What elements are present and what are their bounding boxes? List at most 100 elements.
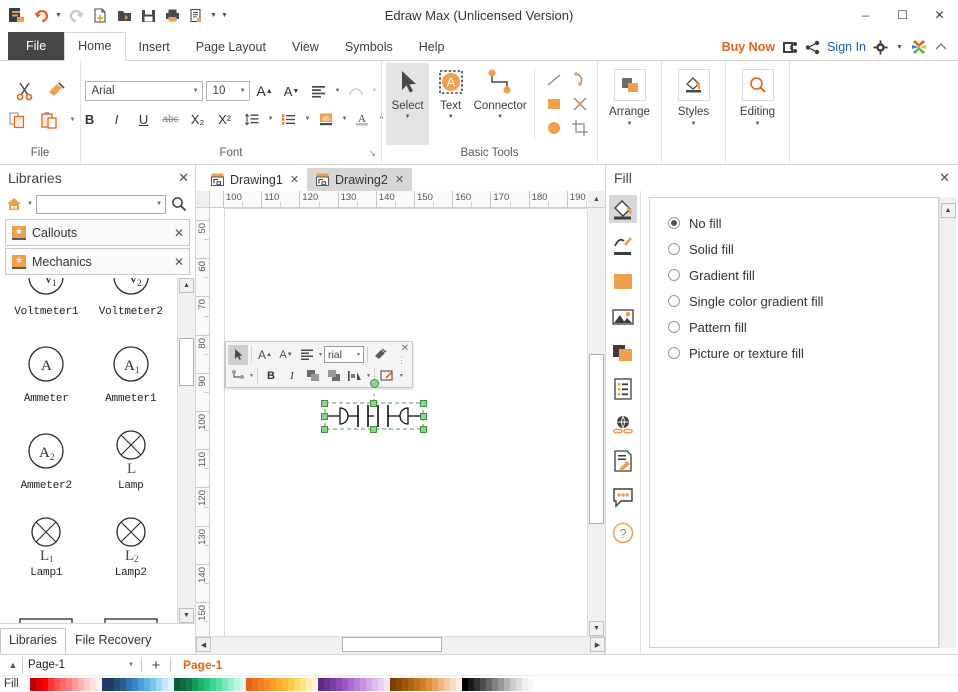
tab-help[interactable]: Help — [406, 34, 458, 60]
copy-button[interactable] — [5, 107, 31, 133]
radio-pattern-fill[interactable] — [668, 321, 680, 333]
mini-connector-icon[interactable] — [228, 366, 248, 386]
paste-button[interactable] — [37, 107, 63, 133]
line-icon[interactable] — [609, 231, 637, 259]
line-spacing-button[interactable] — [240, 107, 264, 131]
new-file-icon[interactable] — [89, 4, 111, 26]
shadow-icon[interactable] — [609, 339, 637, 367]
undo-icon[interactable] — [30, 4, 52, 26]
resize-handle-n[interactable] — [370, 400, 377, 407]
subscript-button[interactable]: X₂ — [186, 107, 210, 131]
crop-tool-icon[interactable] — [567, 116, 593, 140]
document-tab-drawing1[interactable]: Drawing1 ✕ — [202, 168, 307, 191]
page-collapse-icon[interactable]: ▲ — [4, 660, 22, 670]
text-tool-caret-icon[interactable]: ▼ — [448, 114, 454, 120]
undo-dropdown-caret-icon[interactable]: ▼ — [54, 4, 63, 26]
tab-page-layout[interactable]: Page Layout — [183, 34, 279, 60]
grow-font-button[interactable]: A▲ — [253, 79, 277, 103]
document-tab-drawing2[interactable]: Drawing2 ✕ — [307, 168, 412, 191]
bold-button[interactable]: B — [78, 107, 102, 131]
page-tab-page-1[interactable]: Page-1 — [175, 658, 230, 672]
shrink-font-button[interactable]: A▼ — [280, 79, 304, 103]
horizontal-ruler[interactable]: 100110120130140150160170180190 — [210, 191, 588, 208]
strikethrough-button[interactable]: abc — [159, 107, 183, 131]
selected-shape[interactable] — [324, 394, 424, 438]
ellipse-tool-icon[interactable] — [541, 116, 567, 140]
fill-panel-close-icon[interactable]: ✕ — [939, 170, 950, 186]
canvas-scroll-right-button[interactable]: ▶ — [590, 637, 605, 652]
fill-option-single-color-gradient-fill[interactable]: Single color gradient fill — [668, 288, 938, 314]
canvas-scroll-up-button[interactable]: ▲ — [588, 191, 605, 208]
fill-option-no-fill[interactable]: No fill — [668, 210, 938, 236]
customize-qat-caret-icon[interactable]: ▼ — [220, 4, 229, 26]
share-icon[interactable] — [805, 40, 820, 55]
canvas-hscroll-thumb[interactable] — [342, 637, 442, 652]
connector-tool-caret-icon[interactable]: ▼ — [497, 114, 503, 120]
mini-font-name-input[interactable]: rial ▼ — [324, 346, 364, 363]
font-size-caret-icon[interactable]: ▼ — [240, 88, 246, 94]
fill-option-solid-fill[interactable]: Solid fill — [668, 236, 938, 262]
add-page-button[interactable]: + — [146, 657, 166, 674]
export-dropdown-caret-icon[interactable]: ▼ — [209, 4, 218, 26]
mini-bold-icon[interactable]: B — [261, 366, 281, 386]
collapse-ribbon-icon[interactable] — [934, 42, 948, 52]
resize-handle-sw[interactable] — [321, 426, 328, 433]
select-tool-button[interactable]: Select ▼ — [386, 63, 429, 145]
mini-line-style-icon[interactable] — [378, 366, 398, 386]
resize-handle-w[interactable] — [321, 413, 328, 420]
hyperlink-icon[interactable] — [609, 411, 637, 439]
print-icon[interactable] — [161, 4, 183, 26]
canvas-horizontal-scrollbar[interactable]: ◀ ▶ — [196, 636, 605, 654]
format-painter-button[interactable] — [43, 77, 69, 103]
buy-now-link[interactable]: Buy Now — [722, 40, 775, 54]
fill-option-picture-or-texture-fill[interactable]: Picture or texture fill — [668, 340, 938, 366]
comment-icon[interactable] — [609, 483, 637, 511]
home-icon[interactable] — [5, 196, 24, 213]
library-shape-ammeter2[interactable]: A 2 Ammeter2 — [4, 422, 89, 509]
mini-align-icon[interactable] — [297, 345, 317, 365]
floating-toolbar-more-icon[interactable]: ⋮ — [397, 358, 406, 362]
library-shape-resistor-2[interactable] — [89, 596, 174, 623]
mini-send-backward-icon[interactable] — [324, 366, 344, 386]
tab-file-recovery[interactable]: File Recovery — [66, 628, 160, 654]
present-icon[interactable] — [782, 40, 798, 55]
settings-caret-icon[interactable]: ▼ — [895, 36, 904, 58]
edraw-cloud-icon[interactable] — [911, 39, 927, 55]
text-align-button[interactable] — [307, 79, 331, 103]
curve-tool-icon[interactable] — [567, 68, 593, 92]
library-shape-lamp1[interactable]: L 1 Lamp1 — [4, 509, 89, 596]
page-selector-caret-icon[interactable]: ▼ — [128, 662, 134, 668]
bullet-list-button[interactable] — [277, 107, 301, 131]
line-spacing-caret-icon[interactable]: ▼ — [268, 116, 274, 122]
fill-option-pattern-fill[interactable]: Pattern fill — [668, 314, 938, 340]
library-shape-lamp2[interactable]: L 2 Lamp2 — [89, 509, 174, 596]
fill-icon[interactable] — [609, 195, 637, 223]
library-shape-ammeter[interactable]: A Ammeter — [4, 335, 89, 422]
cut-button[interactable] — [11, 77, 37, 103]
radio-no-fill[interactable] — [668, 217, 680, 229]
superscript-button[interactable]: X² — [213, 107, 237, 131]
save-icon[interactable] — [137, 4, 159, 26]
mini-align-distribute-icon[interactable] — [345, 366, 365, 386]
arrange-button[interactable] — [614, 69, 646, 101]
help-icon[interactable]: ? — [609, 519, 637, 547]
export-icon[interactable] — [185, 4, 207, 26]
select-tool-caret-icon[interactable]: ▼ — [405, 114, 411, 120]
tab-view[interactable]: View — [279, 34, 332, 60]
font-dialog-launcher-icon[interactable]: ↘ — [368, 145, 376, 162]
canvas-scroll-thumb[interactable] — [589, 354, 604, 524]
maximize-button[interactable]: ☐ — [884, 0, 921, 30]
library-shape-voltmeter2[interactable]: V 2 Voltmeter2 — [89, 278, 174, 335]
underline-button[interactable]: U — [132, 107, 156, 131]
canvas-scroll-left-button[interactable]: ◀ — [196, 637, 211, 652]
scroll-thumb[interactable] — [179, 338, 194, 386]
library-category-callouts[interactable]: ★ Callouts ✕ — [5, 219, 190, 246]
canvas-vertical-scrollbar[interactable]: ▼ — [587, 208, 605, 636]
tab-insert[interactable]: Insert — [126, 34, 183, 60]
edraw-logo-icon[interactable] — [6, 4, 28, 26]
library-shape-voltmeter1[interactable]: V 1 Voltmeter1 — [4, 278, 89, 335]
sign-in-link[interactable]: Sign In — [827, 40, 866, 54]
text-align-caret-icon[interactable]: ▼ — [335, 88, 341, 94]
font-name-input[interactable]: Arial ▼ — [85, 81, 203, 101]
close-button[interactable]: ✕ — [921, 0, 958, 30]
